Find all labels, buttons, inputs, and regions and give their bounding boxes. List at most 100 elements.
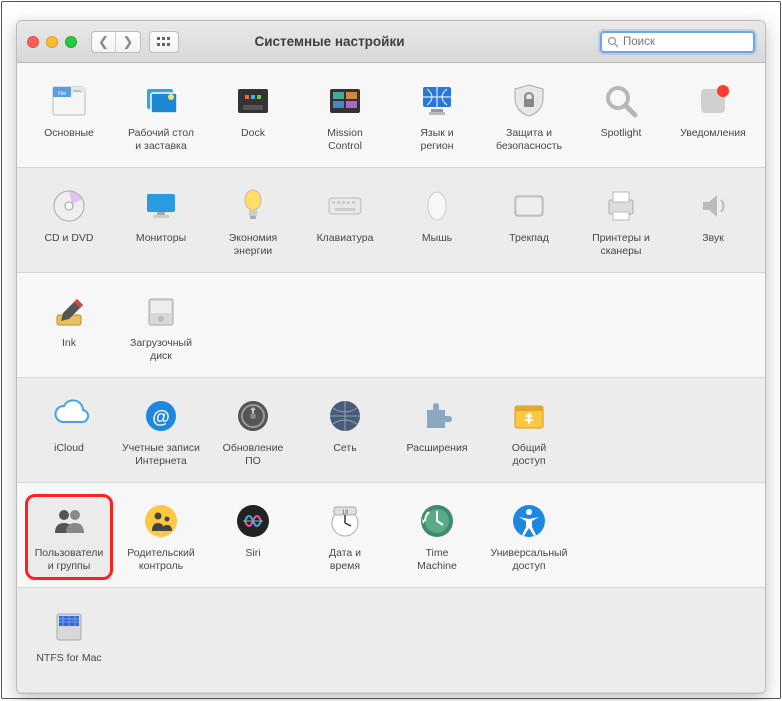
pref-label: Универсальный доступ xyxy=(491,547,568,573)
pref-label: Трекпад xyxy=(509,232,549,258)
search-field[interactable] xyxy=(600,31,755,53)
window-title: Системные настройки xyxy=(67,34,592,49)
spotlight-icon xyxy=(601,81,641,121)
sound-icon xyxy=(693,186,733,226)
pref-label: Siri xyxy=(245,547,260,573)
desktop-icon xyxy=(141,81,181,121)
prefs-row-4: Пользователи и группы Родительский контро… xyxy=(17,483,765,588)
pref-printers[interactable]: Принтеры и сканеры xyxy=(575,182,667,262)
pref-label: Основные xyxy=(44,127,94,153)
svg-text:New: New xyxy=(73,88,81,93)
pref-label: iCloud xyxy=(54,442,84,468)
startup-icon xyxy=(141,291,181,331)
pref-label: Dock xyxy=(241,127,265,153)
pref-trackpad[interactable]: Трекпад xyxy=(483,182,575,262)
pref-parental[interactable]: Родительский контроль xyxy=(115,497,207,577)
pref-notifications[interactable]: Уведомления xyxy=(667,77,759,157)
prefs-row-2: Ink Загрузочный диск xyxy=(17,273,765,378)
search-icon xyxy=(607,36,619,48)
parental-icon xyxy=(141,501,181,541)
update-icon xyxy=(233,396,273,436)
pref-label: Мониторы xyxy=(136,232,186,258)
network-icon xyxy=(325,396,365,436)
pref-users[interactable]: Пользователи и группы xyxy=(25,494,113,580)
pref-label: Пользователи и группы xyxy=(35,547,104,573)
close-icon[interactable] xyxy=(27,36,39,48)
pref-label: Обновление ПО xyxy=(223,442,284,468)
security-icon xyxy=(509,81,549,121)
prefs-row-3: iCloud @ Учетные записи Интернета Обновлени… xyxy=(17,378,765,483)
pref-sharing[interactable]: Общий доступ xyxy=(483,392,575,472)
pref-label: NTFS for Mac xyxy=(36,652,101,678)
pref-ntfs[interactable]: NTFS for Mac xyxy=(23,602,115,682)
pref-label: Экономия энергии xyxy=(229,232,278,258)
language-icon xyxy=(417,81,457,121)
pref-security[interactable]: Защита и безопасность xyxy=(483,77,575,157)
siri-icon xyxy=(233,501,273,541)
pref-accessibility[interactable]: Универсальный доступ xyxy=(483,497,575,577)
pref-label: Spotlight xyxy=(601,127,642,153)
pref-mouse[interactable]: Мышь xyxy=(391,182,483,262)
pref-label: Защита и безопасность xyxy=(496,127,562,153)
users-icon xyxy=(49,501,89,541)
prefs-row-1: CD и DVD Мониторы Экономия энергии Клавиату… xyxy=(17,168,765,273)
displays-icon xyxy=(141,186,181,226)
pref-sound[interactable]: Звук xyxy=(667,182,759,262)
pref-label: Принтеры и сканеры xyxy=(592,232,650,258)
svg-text:@: @ xyxy=(152,407,170,427)
accessibility-icon xyxy=(509,501,549,541)
general-icon: File New xyxy=(49,81,89,121)
printers-icon xyxy=(601,186,641,226)
system-preferences-window: ❮ ❯ Системные настройки File New Основные Р… xyxy=(16,20,766,694)
pref-desktop[interactable]: Рабочий стол и заставка xyxy=(115,77,207,157)
pref-label: Родительский контроль xyxy=(127,547,195,573)
pref-keyboard[interactable]: Клавиатура xyxy=(299,182,391,262)
pref-language[interactable]: Язык и регион xyxy=(391,77,483,157)
pref-ink[interactable]: Ink xyxy=(23,287,115,367)
titlebar: ❮ ❯ Системные настройки xyxy=(17,21,765,63)
minimize-icon[interactable] xyxy=(46,36,58,48)
pref-accounts[interactable]: @ Учетные записи Интернета xyxy=(115,392,207,472)
pref-update[interactable]: Обновление ПО xyxy=(207,392,299,472)
pref-icloud[interactable]: iCloud xyxy=(23,392,115,472)
pref-startup[interactable]: Загрузочный диск xyxy=(115,287,207,367)
pref-energy[interactable]: Экономия энергии xyxy=(207,182,299,262)
pref-label: Язык и регион xyxy=(420,127,453,153)
icloud-icon xyxy=(49,396,89,436)
datetime-icon: 18 xyxy=(325,501,365,541)
pref-label: Общий доступ xyxy=(512,442,547,468)
pref-label: Mission Control xyxy=(327,127,363,153)
pref-dock[interactable]: Dock xyxy=(207,77,299,157)
pref-spotlight[interactable]: Spotlight xyxy=(575,77,667,157)
pref-displays[interactable]: Мониторы xyxy=(115,182,207,262)
pref-label: Клавиатура xyxy=(317,232,374,258)
pref-label: Time Machine xyxy=(417,547,457,573)
svg-text:File: File xyxy=(58,91,66,97)
prefs-row-0: File New Основные Рабочий стол и заставка Do… xyxy=(17,63,765,168)
pref-label: Загрузочный диск xyxy=(130,337,192,363)
search-input[interactable] xyxy=(623,36,748,48)
pref-label: Звук xyxy=(702,232,724,258)
pref-label: Расширения xyxy=(406,442,467,468)
trackpad-icon xyxy=(509,186,549,226)
pref-label: Сеть xyxy=(333,442,356,468)
pref-network[interactable]: Сеть xyxy=(299,392,391,472)
pref-mission[interactable]: Mission Control xyxy=(299,77,391,157)
accounts-icon: @ xyxy=(141,396,181,436)
ink-icon xyxy=(49,291,89,331)
pref-datetime[interactable]: 18Дата и время xyxy=(299,497,391,577)
pref-timemachine[interactable]: Time Machine xyxy=(391,497,483,577)
pref-label: Рабочий стол и заставка xyxy=(128,127,194,153)
pref-label: Учетные записи Интернета xyxy=(122,442,200,468)
ntfs-icon xyxy=(49,606,89,646)
pref-siri[interactable]: Siri xyxy=(207,497,299,577)
mouse-icon xyxy=(417,186,457,226)
pref-label: Мышь xyxy=(422,232,452,258)
prefs-row-5: NTFS for Mac xyxy=(17,588,765,693)
pref-cddvd[interactable]: CD и DVD xyxy=(23,182,115,262)
pref-extensions[interactable]: Расширения xyxy=(391,392,483,472)
mission-icon xyxy=(325,81,365,121)
extensions-icon xyxy=(417,396,457,436)
cddvd-icon xyxy=(49,186,89,226)
pref-general[interactable]: File New Основные xyxy=(23,77,115,157)
